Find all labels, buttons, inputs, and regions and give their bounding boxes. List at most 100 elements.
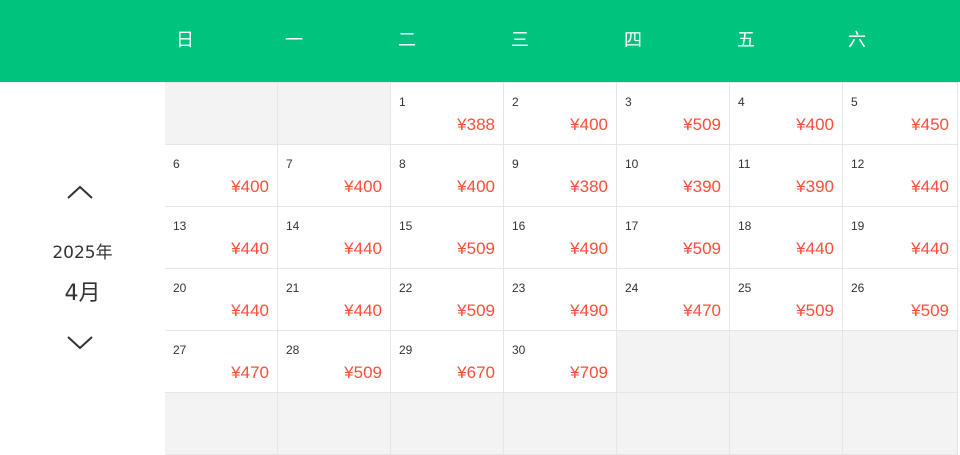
day-cell[interactable]: 1 ¥388 <box>391 83 504 145</box>
day-price: ¥670 <box>457 363 495 382</box>
day-cell[interactable]: 4 ¥400 <box>730 83 843 145</box>
day-cell[interactable]: 27 ¥470 <box>165 331 278 393</box>
day-price: ¥509 <box>683 239 721 258</box>
day-price: ¥400 <box>796 115 834 134</box>
empty-cell <box>504 393 617 455</box>
year-label: 2025年 <box>52 243 113 263</box>
day-price: ¥440 <box>911 239 949 258</box>
day-cell[interactable]: 12 ¥440 <box>843 145 958 207</box>
day-cell[interactable]: 2 ¥400 <box>504 83 617 145</box>
day-cell[interactable]: 20 ¥440 <box>165 269 278 331</box>
empty-cell <box>730 393 843 455</box>
day-number: 13 <box>173 219 187 233</box>
day-cell[interactable]: 19 ¥440 <box>843 207 958 269</box>
empty-cell <box>165 393 278 455</box>
empty-cell <box>843 393 958 455</box>
day-number: 5 <box>851 95 858 109</box>
day-cell[interactable]: 6 ¥400 <box>165 145 278 207</box>
day-number: 7 <box>286 157 293 171</box>
chevron-down-icon <box>67 336 93 350</box>
month-label: 4月 <box>64 281 101 306</box>
weekday-wed: 三 <box>511 30 529 51</box>
day-price: ¥440 <box>796 239 834 258</box>
day-cell[interactable]: 29 ¥670 <box>391 331 504 393</box>
weekday-sun: 日 <box>176 30 194 51</box>
day-number: 9 <box>512 157 519 171</box>
day-number: 24 <box>625 281 639 295</box>
day-cell[interactable]: 14 ¥440 <box>278 207 391 269</box>
day-number: 26 <box>851 281 865 295</box>
day-cell[interactable]: 9 ¥380 <box>504 145 617 207</box>
day-cell[interactable]: 15 ¥509 <box>391 207 504 269</box>
day-price: ¥509 <box>457 239 495 258</box>
calendar-grid: 1 ¥388 2 ¥400 3 ¥509 4 ¥400 5 ¥450 6 ¥400 7 ¥400 8 ¥400… <box>165 82 958 455</box>
day-price: ¥509 <box>344 363 382 382</box>
day-number: 11 <box>738 157 751 171</box>
day-cell[interactable]: 3 ¥509 <box>617 83 730 145</box>
weekday-fri: 五 <box>737 30 755 51</box>
empty-cell <box>730 331 843 393</box>
day-cell[interactable]: 18 ¥440 <box>730 207 843 269</box>
day-cell[interactable]: 30 ¥709 <box>504 331 617 393</box>
day-price: ¥450 <box>911 115 949 134</box>
day-cell[interactable]: 24 ¥470 <box>617 269 730 331</box>
day-number: 4 <box>738 95 745 109</box>
day-cell[interactable]: 5 ¥450 <box>843 83 958 145</box>
day-number: 21 <box>286 281 300 295</box>
day-price: ¥400 <box>457 177 495 196</box>
weekday-header: 日 一 二 三 四 五 六 <box>0 0 960 82</box>
day-number: 20 <box>173 281 187 295</box>
day-price: ¥470 <box>683 301 721 320</box>
day-price: ¥400 <box>231 177 269 196</box>
day-number: 10 <box>625 157 639 171</box>
day-price: ¥709 <box>570 363 608 382</box>
empty-cell <box>165 83 278 145</box>
day-cell[interactable]: 28 ¥509 <box>278 331 391 393</box>
day-number: 19 <box>851 219 865 233</box>
empty-cell <box>617 331 730 393</box>
empty-cell <box>617 393 730 455</box>
weekday-mon: 一 <box>285 30 303 51</box>
day-cell[interactable]: 21 ¥440 <box>278 269 391 331</box>
day-number: 2 <box>512 95 519 109</box>
prev-month-button[interactable] <box>62 174 98 210</box>
day-number: 23 <box>512 281 526 295</box>
day-price: ¥390 <box>683 177 721 196</box>
empty-cell <box>843 331 958 393</box>
weekday-tue: 二 <box>398 30 416 51</box>
day-price: ¥400 <box>344 177 382 196</box>
day-cell[interactable]: 23 ¥490 <box>504 269 617 331</box>
day-price: ¥380 <box>570 177 608 196</box>
day-price: ¥470 <box>231 363 269 382</box>
day-cell[interactable]: 22 ¥509 <box>391 269 504 331</box>
day-number: 18 <box>738 219 752 233</box>
day-price: ¥509 <box>457 301 495 320</box>
day-cell[interactable]: 16 ¥490 <box>504 207 617 269</box>
day-cell[interactable]: 17 ¥509 <box>617 207 730 269</box>
day-cell[interactable]: 10 ¥390 <box>617 145 730 207</box>
day-number: 6 <box>173 157 180 171</box>
day-price: ¥509 <box>911 301 949 320</box>
day-price: ¥440 <box>231 301 269 320</box>
day-cell[interactable]: 25 ¥509 <box>730 269 843 331</box>
day-price: ¥490 <box>570 301 608 320</box>
day-number: 16 <box>512 219 526 233</box>
day-cell[interactable]: 13 ¥440 <box>165 207 278 269</box>
day-price: ¥509 <box>796 301 834 320</box>
day-number: 17 <box>625 219 639 233</box>
empty-cell <box>278 83 391 145</box>
month-navigator: 2025年 4月 <box>0 82 165 455</box>
next-month-button[interactable] <box>62 325 98 361</box>
day-number: 1 <box>399 95 406 109</box>
empty-cell <box>391 393 504 455</box>
day-price: ¥440 <box>344 239 382 258</box>
day-cell[interactable]: 7 ¥400 <box>278 145 391 207</box>
day-number: 14 <box>286 219 300 233</box>
day-cell[interactable]: 8 ¥400 <box>391 145 504 207</box>
day-number: 29 <box>399 343 413 357</box>
day-cell[interactable]: 11 ¥390 <box>730 145 843 207</box>
weekday-thu: 四 <box>624 30 642 51</box>
day-number: 15 <box>399 219 413 233</box>
day-number: 3 <box>625 95 632 109</box>
day-cell[interactable]: 26 ¥509 <box>843 269 958 331</box>
